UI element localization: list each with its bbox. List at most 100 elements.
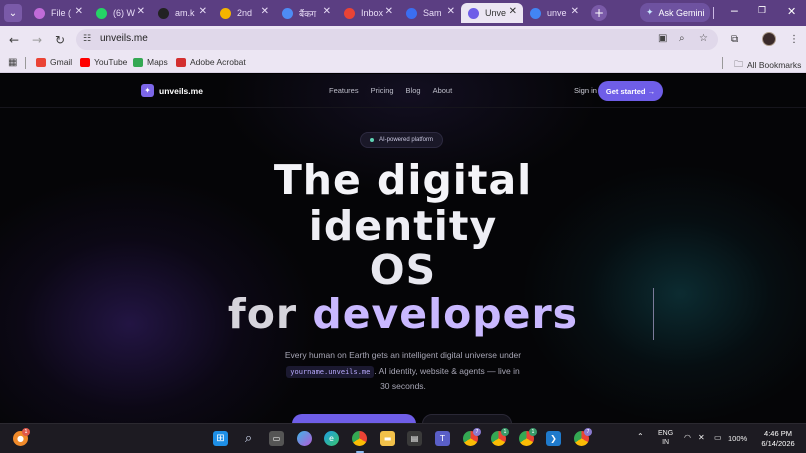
divider xyxy=(713,7,714,19)
badge-label: AI-powered platform xyxy=(378,137,434,143)
edge-icon[interactable]: e xyxy=(324,431,339,446)
tab-title: Unve xyxy=(485,8,507,18)
nav-link-features[interactable]: Features xyxy=(329,86,359,95)
browser-tab[interactable]: Inbox ✕ xyxy=(337,3,399,23)
bookmark-star-icon[interactable]: ☆ xyxy=(699,33,708,44)
bookmark-gmail[interactable]: Gmail xyxy=(36,57,72,67)
language-indicator[interactable]: ENG IN xyxy=(658,429,673,447)
vscode-icon[interactable]: ❯ xyxy=(546,431,561,446)
zoom-icon[interactable]: ⌕ xyxy=(679,33,685,44)
copilot-icon[interactable] xyxy=(297,431,312,446)
all-bookmarks-button[interactable]: 🗀 All Bookmarks xyxy=(734,57,801,73)
chrome-icon[interactable] xyxy=(352,431,367,446)
bookmarks-bar: ▦ Gmail YouTube Maps Adobe Acrobat 🗀 All… xyxy=(0,53,806,73)
apps-grid-icon[interactable]: ▦ xyxy=(8,57,17,68)
task-view-icon[interactable]: ▭ xyxy=(269,431,284,446)
close-tab-icon[interactable]: ✕ xyxy=(75,6,83,17)
ask-gemini-label: Ask Gemini xyxy=(658,7,705,18)
sparkle-logo-icon: ✦ xyxy=(141,84,154,97)
site-nav: Features Pricing Blog About xyxy=(329,86,452,95)
reload-icon[interactable]: ↻ xyxy=(55,33,65,47)
url-text[interactable]: unveils.me xyxy=(100,33,148,44)
extensions-icon[interactable]: ⧉ xyxy=(731,34,738,45)
address-bar[interactable]: ☷ unveils.me ▣ ⌕ ☆ xyxy=(76,29,718,50)
browser-tab[interactable]: Unve ✕ xyxy=(461,3,523,23)
browser-tab[interactable]: am.k ✕ xyxy=(151,3,213,23)
teams-icon[interactable]: T xyxy=(435,431,450,446)
divider xyxy=(722,57,723,69)
volume-muted-icon[interactable]: ✕ xyxy=(698,433,705,442)
browser-tab[interactable]: बैंकग ✕ xyxy=(275,3,337,23)
profile-badge: 7 xyxy=(584,428,592,436)
bookmark-youtube[interactable]: YouTube xyxy=(80,57,127,67)
secondary-cta-button[interactable] xyxy=(422,414,512,423)
unveils-icon xyxy=(468,7,479,19)
nav-link-pricing[interactable]: Pricing xyxy=(371,86,394,95)
cast-icon[interactable]: ▣ xyxy=(658,33,667,44)
tab-search-icon[interactable]: ⌄ xyxy=(4,4,22,22)
close-tab-icon[interactable]: ✕ xyxy=(571,6,579,17)
browser-tab[interactable]: 2nd ✕ xyxy=(213,3,275,23)
bookmark-label: YouTube xyxy=(94,57,128,67)
bookmark-label: Maps xyxy=(147,57,168,67)
minimize-button[interactable]: ─ xyxy=(731,5,738,18)
browser-tab[interactable]: File (✕ xyxy=(27,3,89,23)
close-tab-icon[interactable]: ✕ xyxy=(137,6,145,17)
hero-subtitle: yourname.unveils.me. AI identity, websit… xyxy=(0,366,806,378)
profile-avatar[interactable] xyxy=(762,32,776,46)
bookmark-maps[interactable]: Maps xyxy=(133,57,168,67)
hero-subtitle: Every human on Earth gets an intelligent… xyxy=(284,350,522,360)
get-started-button[interactable]: Get started → xyxy=(598,81,663,101)
close-window-button[interactable]: ✕ xyxy=(787,5,796,18)
gemini-tab-icon xyxy=(282,7,293,19)
browser-tab[interactable]: Sam ✕ xyxy=(399,3,461,23)
logo-text: unveils.me xyxy=(159,85,203,96)
profile-badge: 1 xyxy=(501,428,509,436)
search-icon[interactable]: ⌕ xyxy=(241,431,256,446)
close-tab-icon[interactable]: ✕ xyxy=(323,6,331,17)
hero-word-developers: developers xyxy=(312,290,579,338)
close-tab-icon[interactable]: ✕ xyxy=(261,6,269,17)
tab-list: File (✕ (6) W ✕ am.k ✕ 2nd ✕ बैंकग ✕ Inbox ✕ Sam ✕ Un… xyxy=(27,0,585,26)
un-icon xyxy=(406,7,417,19)
site-info-icon[interactable]: ☷ xyxy=(83,34,94,45)
wifi-icon[interactable]: ◠ xyxy=(684,433,691,442)
store-icon[interactable]: ▤ xyxy=(407,431,422,446)
chevron-up-icon[interactable]: ⌃ xyxy=(637,432,644,441)
site-logo[interactable]: ✦ unveils.me xyxy=(141,84,203,97)
ask-gemini-button[interactable]: ✦ Ask Gemini xyxy=(640,3,710,22)
sign-in-link[interactable]: Sign in xyxy=(574,86,597,95)
nav-link-blog[interactable]: Blog xyxy=(406,86,421,95)
close-tab-icon[interactable]: ✕ xyxy=(199,6,207,17)
primary-cta-button[interactable] xyxy=(292,414,416,423)
close-tab-icon[interactable]: ✕ xyxy=(447,6,455,17)
clock[interactable]: 4:46 PM 6/14/2026 xyxy=(754,429,802,449)
bookmark-adobe-acrobat[interactable]: Adobe Acrobat xyxy=(176,57,246,67)
github-icon xyxy=(158,7,169,19)
hero-word-for: for xyxy=(227,290,313,338)
gemini-icon: ✦ xyxy=(646,7,654,17)
file-explorer-icon[interactable]: ▬ xyxy=(380,431,395,446)
forward-arrow-icon[interactable]: → xyxy=(32,33,42,47)
back-arrow-icon[interactable]: ← xyxy=(9,33,19,47)
subdomain-code: yourname.unveils.me xyxy=(286,366,375,378)
bookmark-label: Adobe Acrobat xyxy=(190,57,246,67)
hero-subtitle: 30 seconds. xyxy=(380,381,426,391)
maps-icon xyxy=(133,57,143,67)
nav-link-about[interactable]: About xyxy=(433,86,453,95)
windows-start-icon[interactable]: ⊞ xyxy=(213,431,228,446)
browser-tab[interactable]: unve ✕ xyxy=(523,3,585,23)
screen: ⌄ File (✕ (6) W ✕ am.k ✕ 2nd ✕ बैंकग ✕ Inbox ✕ Sam ✕… xyxy=(0,0,806,453)
maximize-button[interactable]: ❐ xyxy=(758,6,766,16)
browser-tab[interactable]: (6) W ✕ xyxy=(89,3,151,23)
youtube-icon xyxy=(80,57,90,67)
new-tab-button[interactable]: + xyxy=(591,5,607,21)
profile-badge: 7 xyxy=(473,428,481,436)
battery-icon[interactable]: ▭ xyxy=(714,433,722,442)
close-tab-icon[interactable]: ✕ xyxy=(509,6,517,17)
menu-icon[interactable]: ⋮ xyxy=(789,34,799,45)
close-tab-icon[interactable]: ✕ xyxy=(385,6,393,17)
tab-title: (6) W xyxy=(113,8,135,18)
browser-toolbar: ← → ↻ ☷ unveils.me ▣ ⌕ ☆ ⧉ ⋮ xyxy=(0,26,806,53)
windows-taskbar: ● 1 ⊞ ⌕ ▭ e ▬ ▤ T 7 1 1 ❯ 7 ⌃ ENG IN ◠ ✕ … xyxy=(0,423,806,453)
